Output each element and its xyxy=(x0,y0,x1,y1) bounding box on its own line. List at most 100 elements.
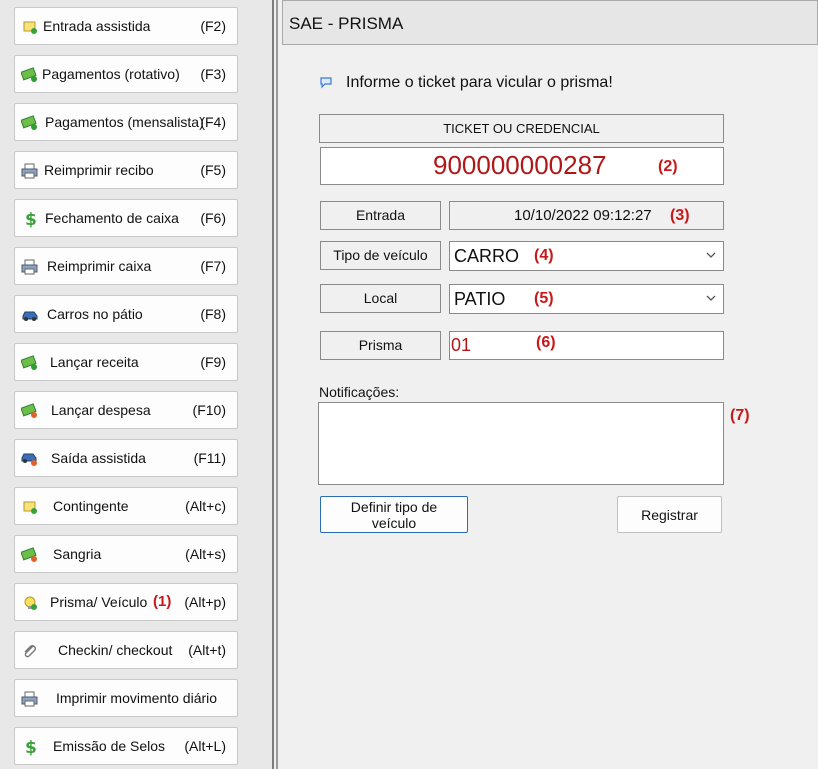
sidebar-button[interactable]: Pagamentos (rotativo) (F3) xyxy=(14,55,238,93)
sidebar-button-shortcut: (F6) xyxy=(200,210,226,226)
ticket-input[interactable]: 900000000287 (2) xyxy=(320,147,724,185)
sidebar-button[interactable]: Checkin/ checkout (Alt+t) xyxy=(14,631,238,669)
chevron-down-icon[interactable] xyxy=(705,250,717,260)
definir-tipo-veiculo-button[interactable]: Definir tipo de veículo xyxy=(320,496,468,533)
sidebar-button-shortcut: (F10) xyxy=(192,402,226,418)
ticket-value: 900000000287 xyxy=(433,150,607,180)
sidebar-button-label: Imprimir movimento diário xyxy=(56,690,218,706)
sidebar-button-label: Carros no pátio xyxy=(47,306,143,322)
splitter[interactable] xyxy=(272,0,274,769)
printer-icon xyxy=(21,690,39,708)
local-label: Local xyxy=(320,284,441,313)
local-value: PATIO xyxy=(454,289,506,309)
prisma-label: Prisma xyxy=(320,331,441,360)
sidebar-button-shortcut: (Alt+p) xyxy=(184,594,226,610)
sidebar-button[interactable]: Imprimir movimento diário xyxy=(14,679,238,717)
ticket-header-text: TICKET OU CREDENCIAL xyxy=(443,121,600,136)
prisma-value: 01 xyxy=(451,335,472,355)
tipo-veiculo-ref-label: (4) xyxy=(534,247,554,264)
sidebar-button[interactable]: Prisma/ Veículo (1) (Alt+p) xyxy=(14,583,238,621)
registrar-button[interactable]: Registrar xyxy=(617,496,722,533)
sidebar-button[interactable]: Sangria (Alt+s) xyxy=(14,535,238,573)
local-ref-label: (5) xyxy=(534,290,554,307)
sidebar-button-label: Lançar despesa xyxy=(51,402,151,418)
svg-text:$: $ xyxy=(25,738,37,756)
local-label-text: Local xyxy=(363,290,398,306)
tipo-veiculo-label-text: Tipo de veículo xyxy=(333,247,428,263)
sidebar-ref-label: (1) xyxy=(153,593,172,610)
sidebar-button[interactable]: Reimprimir recibo (F5) xyxy=(14,151,238,189)
notificacoes-ref-label: (7) xyxy=(730,407,750,424)
money-remove-icon xyxy=(21,546,39,564)
sidebar-button[interactable]: $ Fechamento de caixa (F6) xyxy=(14,199,238,237)
entry-note-icon xyxy=(21,18,39,36)
sidebar-button-label: Pagamentos (rotativo) xyxy=(42,66,180,82)
sidebar-button[interactable]: Reimprimir caixa (F7) xyxy=(14,247,238,285)
tipo-veiculo-value: CARRO xyxy=(454,246,520,266)
chevron-down-icon[interactable] xyxy=(705,293,717,303)
notificacoes-textarea[interactable] xyxy=(318,402,724,485)
prisma-label-text: Prisma xyxy=(358,337,403,353)
svg-text:$: $ xyxy=(25,210,37,228)
entrada-label-text: Entrada xyxy=(355,207,406,223)
window-title: SAE - PRISMA xyxy=(289,14,404,33)
money-add-icon xyxy=(21,66,39,84)
entrada-value-box: 10/10/2022 09:12:27 (3) xyxy=(449,201,724,230)
sidebar: Entrada assistida (F2) Pagamentos (rotativ… xyxy=(0,0,272,769)
entry-note-icon xyxy=(21,498,39,516)
sidebar-button[interactable]: Entrada assistida (F2) xyxy=(14,7,238,45)
sidebar-button-label: Pagamentos (mensalista) xyxy=(45,114,204,130)
sidebar-button-shortcut: (F3) xyxy=(200,66,226,82)
sidebar-button-label: Checkin/ checkout xyxy=(58,642,173,658)
sidebar-button-shortcut: (F4) xyxy=(200,114,226,130)
ticket-ref-label: (2) xyxy=(658,158,678,175)
prisma-form: Informe o ticket para vicular o prisma! … xyxy=(283,52,818,769)
printer-icon xyxy=(21,258,39,276)
local-select[interactable]: PATIO (5) xyxy=(449,284,724,314)
money-add-icon xyxy=(21,114,39,132)
sidebar-button[interactable]: Contingente (Alt+c) xyxy=(14,487,238,525)
entrada-label: Entrada xyxy=(320,201,441,230)
tipo-veiculo-select[interactable]: CARRO (4) xyxy=(449,241,724,271)
sidebar-button-label: Reimprimir recibo xyxy=(44,162,154,178)
sidebar-button[interactable]: Lançar receita (F9) xyxy=(14,343,238,381)
sidebar-button-label: Contingente xyxy=(53,498,129,514)
printer-icon xyxy=(21,162,39,180)
lightbulb-icon xyxy=(21,594,39,612)
sidebar-button-label: Emissão de Selos xyxy=(53,738,166,754)
sidebar-button[interactable]: Pagamentos (mensalista) (F4) xyxy=(14,103,238,141)
sidebar-button-shortcut: (Alt+L) xyxy=(184,738,226,754)
sidebar-button-shortcut: (F8) xyxy=(200,306,226,322)
sidebar-button[interactable]: Lançar despesa (F10) xyxy=(14,391,238,429)
sidebar-button-shortcut: (Alt+c) xyxy=(185,498,226,514)
speech-bubble-icon xyxy=(320,77,332,89)
dollar-icon: $ xyxy=(21,210,39,228)
car-exit-icon xyxy=(21,450,39,468)
sidebar-button-shortcut: (F5) xyxy=(200,162,226,178)
entrada-value: 10/10/2022 09:12:27 xyxy=(514,207,652,224)
sidebar-button-shortcut: (Alt+t) xyxy=(188,642,226,658)
entrada-ref-label: (3) xyxy=(670,207,690,224)
sidebar-button-shortcut: (F2) xyxy=(200,18,226,34)
prisma-input[interactable]: 01 (6) xyxy=(449,331,724,360)
sidebar-button-shortcut: (F7) xyxy=(200,258,226,274)
sidebar-button[interactable]: Saída assistida (F11) xyxy=(14,439,238,477)
sidebar-button-shortcut: (Alt+s) xyxy=(185,546,226,562)
info-message: Informe o ticket para vicular o prisma! xyxy=(346,74,613,91)
sidebar-button-label: Fechamento de caixa xyxy=(45,210,179,226)
sidebar-button[interactable]: Carros no pátio (F8) xyxy=(14,295,238,333)
splitter-edge xyxy=(276,0,278,769)
sidebar-button-shortcut: (F9) xyxy=(200,354,226,370)
window-title-bar: SAE - PRISMA xyxy=(282,0,818,45)
paperclip-icon xyxy=(21,642,39,660)
tipo-veiculo-label: Tipo de veículo xyxy=(320,241,441,270)
sidebar-button-label: Saída assistida xyxy=(51,450,146,466)
sidebar-button-label: Prisma/ Veículo xyxy=(50,594,148,610)
ticket-header: TICKET OU CREDENCIAL xyxy=(319,114,724,143)
sidebar-button-label: Reimprimir caixa xyxy=(47,258,152,274)
money-remove-icon xyxy=(21,402,39,420)
car-icon xyxy=(21,306,39,324)
notificacoes-label: Notificações: xyxy=(319,384,400,400)
sidebar-button-shortcut: (F11) xyxy=(193,450,226,466)
sidebar-button[interactable]: $ Emissão de Selos (Alt+L) xyxy=(14,727,238,765)
